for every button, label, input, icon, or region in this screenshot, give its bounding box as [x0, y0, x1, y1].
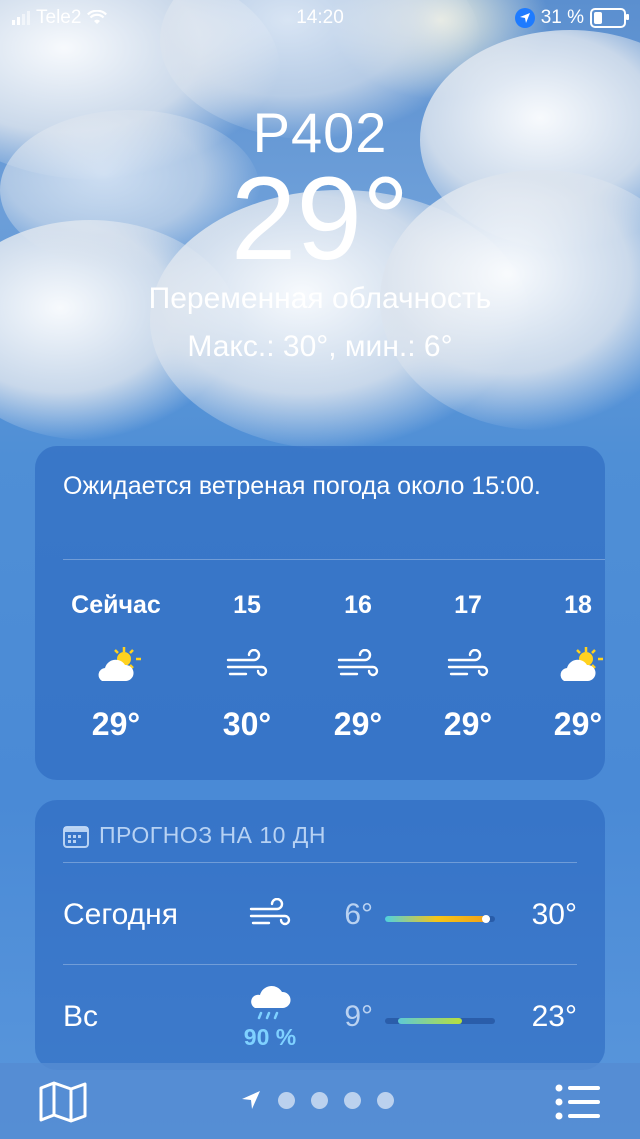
hour-item: 15 30° [192, 586, 302, 743]
hour-temp: 29° [333, 706, 383, 742]
current-temperature: 29° [230, 153, 410, 285]
divider [63, 964, 577, 965]
status-bar: Tele2 14:20 31 % [0, 0, 640, 36]
locations-list-button[interactable] [555, 1083, 601, 1126]
hourly-strip[interactable]: Сейчас 29° 15 30° 16 29° 17 29° 18 29° [35, 586, 605, 766]
temperature-range-bar [385, 1018, 495, 1024]
ten-day-forecast-card[interactable]: ПРОГНОЗ НА 10 ДН Сегодня 6° 30° Вс 90 % … [35, 800, 605, 1070]
hour-label: 15 [233, 591, 261, 619]
hour-item: 18 29° [523, 586, 633, 743]
forecast-low: 9° [344, 1000, 373, 1033]
map-icon [39, 1081, 87, 1123]
page-dot[interactable] [278, 1091, 295, 1109]
divider [63, 862, 577, 863]
hour-temp: 29° [553, 706, 603, 742]
bottom-toolbar [0, 1063, 640, 1139]
range-fill [398, 1018, 462, 1024]
wind-icon [413, 630, 523, 700]
forecast-row[interactable]: Сегодня 6° 30° [35, 866, 605, 962]
hour-item: 17 29° [413, 586, 523, 743]
hour-temp: 29° [443, 706, 493, 742]
hour-label: 18 [564, 591, 592, 619]
high-low-text: Макс.: 30°, мин.: 6° [187, 330, 453, 363]
page-dot[interactable] [311, 1091, 328, 1109]
forecast-low: 6° [344, 898, 373, 931]
hour-label: Сейчас [71, 591, 161, 619]
page-dot[interactable] [377, 1091, 394, 1109]
forecast-high: 30° [531, 898, 577, 931]
forecast-day: Сегодня [63, 898, 178, 931]
divider [63, 559, 605, 560]
rain-cloud-icon [235, 986, 305, 1027]
forecast-day: Вс [63, 1000, 99, 1033]
map-button[interactable] [38, 1080, 88, 1129]
calendar-icon [63, 825, 89, 848]
location-arrow-icon [514, 8, 535, 28]
page-indicator[interactable] [240, 1089, 394, 1111]
hourly-forecast-card[interactable]: Ожидается ветреная погода около 15:00. С… [35, 446, 605, 780]
precipitation-chance: 90 % [243, 1024, 297, 1050]
condition-text: Переменная облачность [148, 282, 492, 315]
range-fill [385, 916, 490, 922]
wind-alert-text: Ожидается ветреная погода около 15:00. [63, 472, 541, 500]
wind-icon [192, 630, 302, 700]
battery-icon [590, 8, 629, 28]
forecast-header-label: ПРОГНОЗ НА 10 ДН [99, 822, 326, 848]
page-dot[interactable] [344, 1091, 361, 1109]
wind-icon [303, 630, 413, 700]
forecast-row[interactable]: Вс 90 % 9° 23° [35, 968, 605, 1064]
partly-cloudy-icon [61, 630, 171, 700]
forecast-header: ПРОГНОЗ НА 10 ДН [63, 822, 326, 849]
list-icon [555, 1084, 600, 1120]
current-temp-marker [482, 915, 491, 923]
forecast-high: 23° [531, 1000, 577, 1033]
hour-item: Сейчас 29° [61, 586, 171, 743]
temperature-range-bar [385, 915, 495, 923]
partly-cloudy-icon [523, 630, 633, 700]
hour-temp: 29° [91, 706, 141, 742]
hour-label: 17 [454, 591, 482, 619]
battery-percent: 31 % [540, 7, 584, 28]
hour-temp: 30° [222, 706, 272, 742]
hour-label: 16 [344, 591, 372, 619]
wind-icon [235, 884, 305, 935]
location-arrow-icon[interactable] [240, 1089, 262, 1111]
hour-item: 16 29° [303, 586, 413, 743]
